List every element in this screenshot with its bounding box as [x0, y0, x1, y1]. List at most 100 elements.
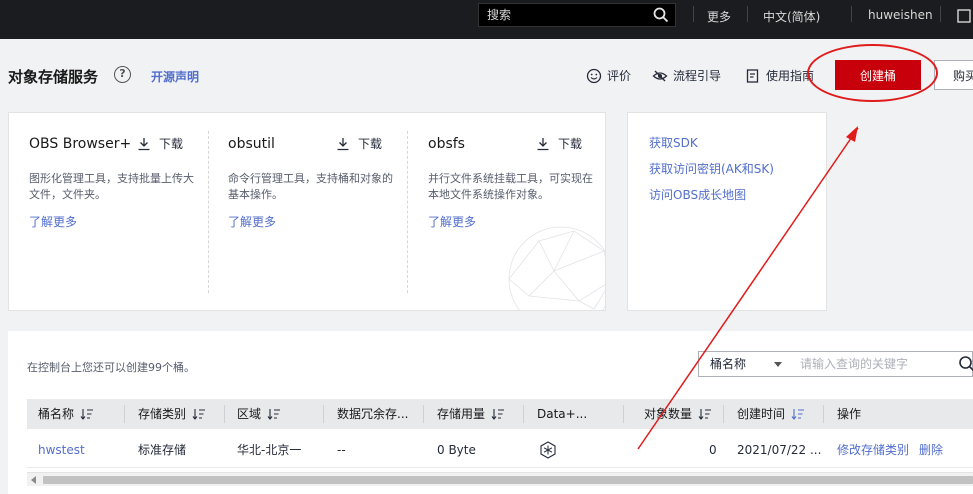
search-icon[interactable]: [958, 355, 973, 373]
get-access-key-link[interactable]: 获取访问密钥(AK和SK): [649, 160, 774, 177]
bucket-name-link[interactable]: hwstest: [38, 432, 85, 468]
column-label: 创建时间: [737, 407, 786, 421]
tool-description: 并行文件系统挂载工具，可实现在本地文件系统操作对象。: [428, 172, 593, 201]
column-header-storage-class[interactable]: 存储类别: [138, 399, 206, 429]
column-label: 存储用量: [437, 407, 486, 421]
tool-obsutil: obsutil 下载 命令行管理工具，支持桶和对象的基本操作。 了解更多: [208, 113, 407, 310]
open-source-statement-link[interactable]: 开源声明: [151, 68, 199, 85]
filter-field-value: 桶名称: [710, 357, 747, 371]
divider: [693, 6, 694, 22]
column-header-region[interactable]: 区域: [237, 399, 281, 429]
download-icon: [337, 137, 349, 150]
learn-more-link[interactable]: 了解更多: [428, 213, 476, 230]
column-header-operation: 操作: [837, 407, 862, 421]
download-button[interactable]: 下载: [137, 135, 183, 152]
column-header-object-count[interactable]: 对象数量: [644, 399, 712, 429]
create-bucket-button[interactable]: 创建桶: [835, 60, 921, 90]
cell-region: 华北-北京一: [237, 443, 302, 457]
download-button[interactable]: 下载: [536, 135, 582, 152]
user-guide-label: 使用指南: [766, 69, 815, 83]
tool-name: OBS Browser+: [29, 136, 132, 152]
column-header-redundancy: 数据冗余存...: [337, 407, 409, 421]
column-header-usage[interactable]: 存储用量: [437, 399, 505, 429]
divider: [823, 405, 824, 423]
divider: [851, 6, 852, 22]
quick-links-card: 获取SDK 获取访问密钥(AK和SK) 访问OBS成长地图: [627, 112, 827, 311]
filter-field-select[interactable]: 桶名称: [698, 351, 791, 377]
cell-usage: 0 Byte: [437, 443, 476, 457]
filter-search[interactable]: [790, 351, 973, 377]
buy-button[interactable]: 购买: [934, 60, 973, 90]
divider: [224, 405, 225, 423]
divider: [323, 405, 324, 423]
sort-icon[interactable]: [491, 408, 505, 420]
help-icon[interactable]: ?: [114, 66, 131, 83]
tool-name: obsutil: [228, 136, 275, 152]
scrollbar-thumb[interactable]: [43, 476, 973, 484]
rating-label: 评价: [607, 69, 632, 83]
sort-icon[interactable]: [698, 408, 712, 420]
sort-icon[interactable]: [267, 408, 281, 420]
filter-keyword-input[interactable]: [790, 352, 950, 376]
top-navigation-bar: 更多 中文(简体) huweishen: [0, 0, 973, 39]
tool-obs-browser: OBS Browser+ 下载 图形化管理工具，支持批量上传大文件，文件夹。 了…: [9, 113, 208, 310]
divider: [723, 405, 724, 423]
scroll-left-icon[interactable]: [31, 476, 36, 484]
eye-off-icon: [652, 70, 668, 81]
divider: [423, 405, 424, 423]
divider: [124, 405, 125, 423]
divider: [747, 6, 748, 22]
bucket-list-panel: 在控制台上您还可以创建99个桶。 桶名称 桶名称 存储类别 区域 数据冗余存..…: [8, 331, 973, 494]
page-title: 对象存储服务: [8, 68, 99, 86]
bucket-quota-text: 在控制台上您还可以创建99个桶。: [27, 361, 195, 374]
column-label: 存储类别: [138, 407, 187, 421]
sort-icon[interactable]: [80, 408, 94, 420]
download-icon: [537, 137, 549, 150]
page-header: 对象存储服务 ? 开源声明 评价 流程引导 使用指南 创建桶 购买: [0, 39, 973, 111]
table-header: 桶名称 存储类别 区域 数据冗余存... 存储用量 Data+... 对象数量 …: [27, 399, 973, 429]
modify-storage-class-link[interactable]: 修改存储类别: [837, 432, 909, 468]
divider: [940, 6, 941, 22]
smile-icon: [586, 68, 602, 83]
language-switcher[interactable]: 中文(简体): [763, 8, 820, 25]
learn-more-link[interactable]: 了解更多: [228, 213, 276, 230]
table-row: hwstest 标准存储 华北-北京一 -- 0 Byte 0 2021/07/…: [27, 432, 973, 468]
delete-link[interactable]: 删除: [919, 432, 943, 468]
global-search[interactable]: [478, 3, 676, 27]
global-search-input[interactable]: [479, 4, 649, 26]
more-menu[interactable]: 更多: [707, 8, 731, 25]
sort-icon[interactable]: [192, 408, 206, 420]
tool-description: 图形化管理工具，支持批量上传大文件，文件夹。: [29, 172, 194, 201]
column-label: 桶名称: [38, 407, 75, 421]
column-label: 区域: [237, 407, 262, 421]
rating-action[interactable]: 评价: [586, 67, 631, 84]
download-label: 下载: [159, 137, 184, 151]
cell-object-count: 0: [709, 443, 717, 457]
download-icon: [138, 137, 150, 150]
get-sdk-link[interactable]: 获取SDK: [649, 134, 698, 151]
download-button[interactable]: 下载: [336, 135, 382, 152]
process-guide-label: 流程引导: [673, 69, 722, 83]
growth-map-link[interactable]: 访问OBS成长地图: [649, 186, 746, 203]
tools-card: OBS Browser+ 下载 图形化管理工具，支持批量上传大文件，文件夹。 了…: [8, 112, 606, 311]
learn-more-link[interactable]: 了解更多: [29, 213, 77, 230]
search-icon[interactable]: [653, 7, 669, 23]
user-guide-action[interactable]: 使用指南: [745, 67, 814, 84]
divider: [623, 405, 624, 423]
download-label: 下载: [358, 137, 383, 151]
cell-created: 2021/07/22 ...: [737, 443, 822, 457]
exit-icon[interactable]: [957, 9, 973, 23]
sort-active-icon[interactable]: [791, 408, 805, 420]
column-header-data-plus: Data+...: [537, 407, 588, 421]
document-edit-icon: [746, 68, 759, 83]
divider: [523, 405, 524, 423]
process-guide-action[interactable]: 流程引导: [652, 67, 721, 84]
horizontal-scrollbar[interactable]: [27, 472, 973, 486]
column-header-created[interactable]: 创建时间: [737, 399, 805, 429]
user-menu[interactable]: huweishen: [868, 8, 933, 22]
column-label: 对象数量: [644, 407, 693, 421]
cell-storage-class: 标准存储: [138, 443, 187, 457]
tool-description: 命令行管理工具，支持桶和对象的基本操作。: [228, 172, 393, 201]
globe-mesh-decoration-icon: [508, 226, 605, 310]
column-header-name[interactable]: 桶名称: [38, 399, 94, 429]
